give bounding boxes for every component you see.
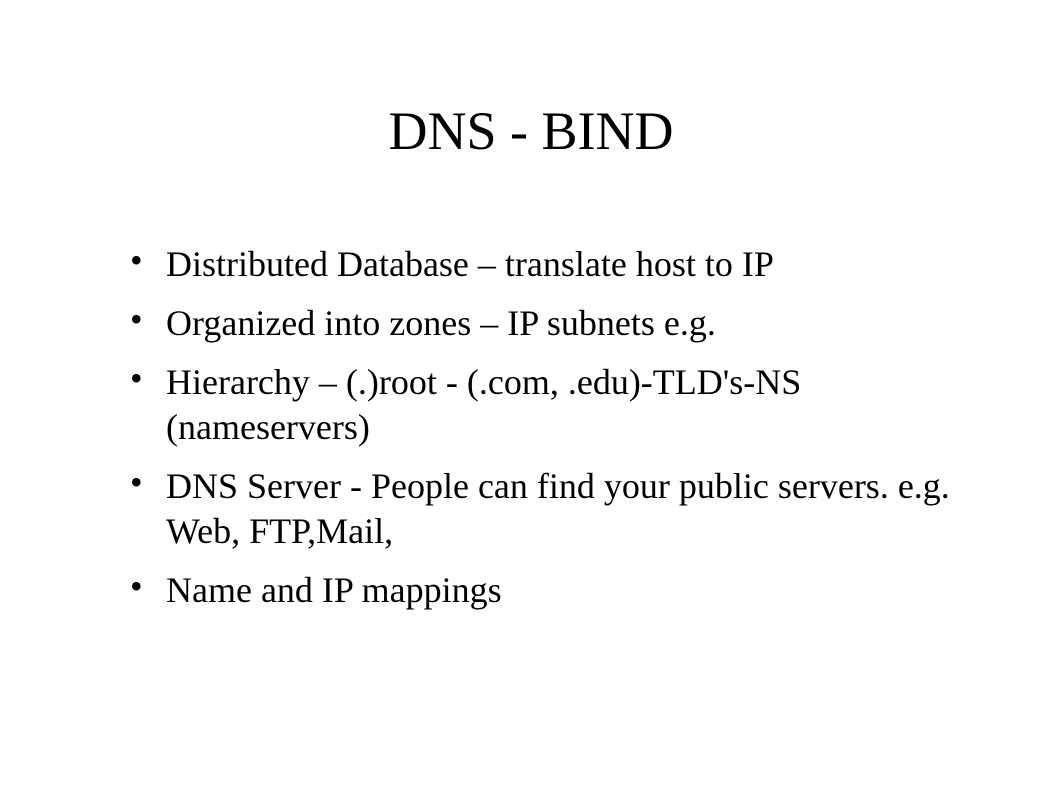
list-item: Organized into zones – IP subnets e.g. xyxy=(130,301,962,346)
slide-container: DNS - BIND Distributed Database – transl… xyxy=(0,0,1062,797)
list-item: Distributed Database – translate host to… xyxy=(130,242,962,287)
list-item: Name and IP mappings xyxy=(130,568,962,613)
bullet-list: Distributed Database – translate host to… xyxy=(60,242,1002,613)
list-item: Hierarchy – (.)root - (.com, .edu)-TLD's… xyxy=(130,360,962,450)
slide-title: DNS - BIND xyxy=(60,100,1002,162)
list-item: DNS Server - People can find your public… xyxy=(130,464,962,554)
